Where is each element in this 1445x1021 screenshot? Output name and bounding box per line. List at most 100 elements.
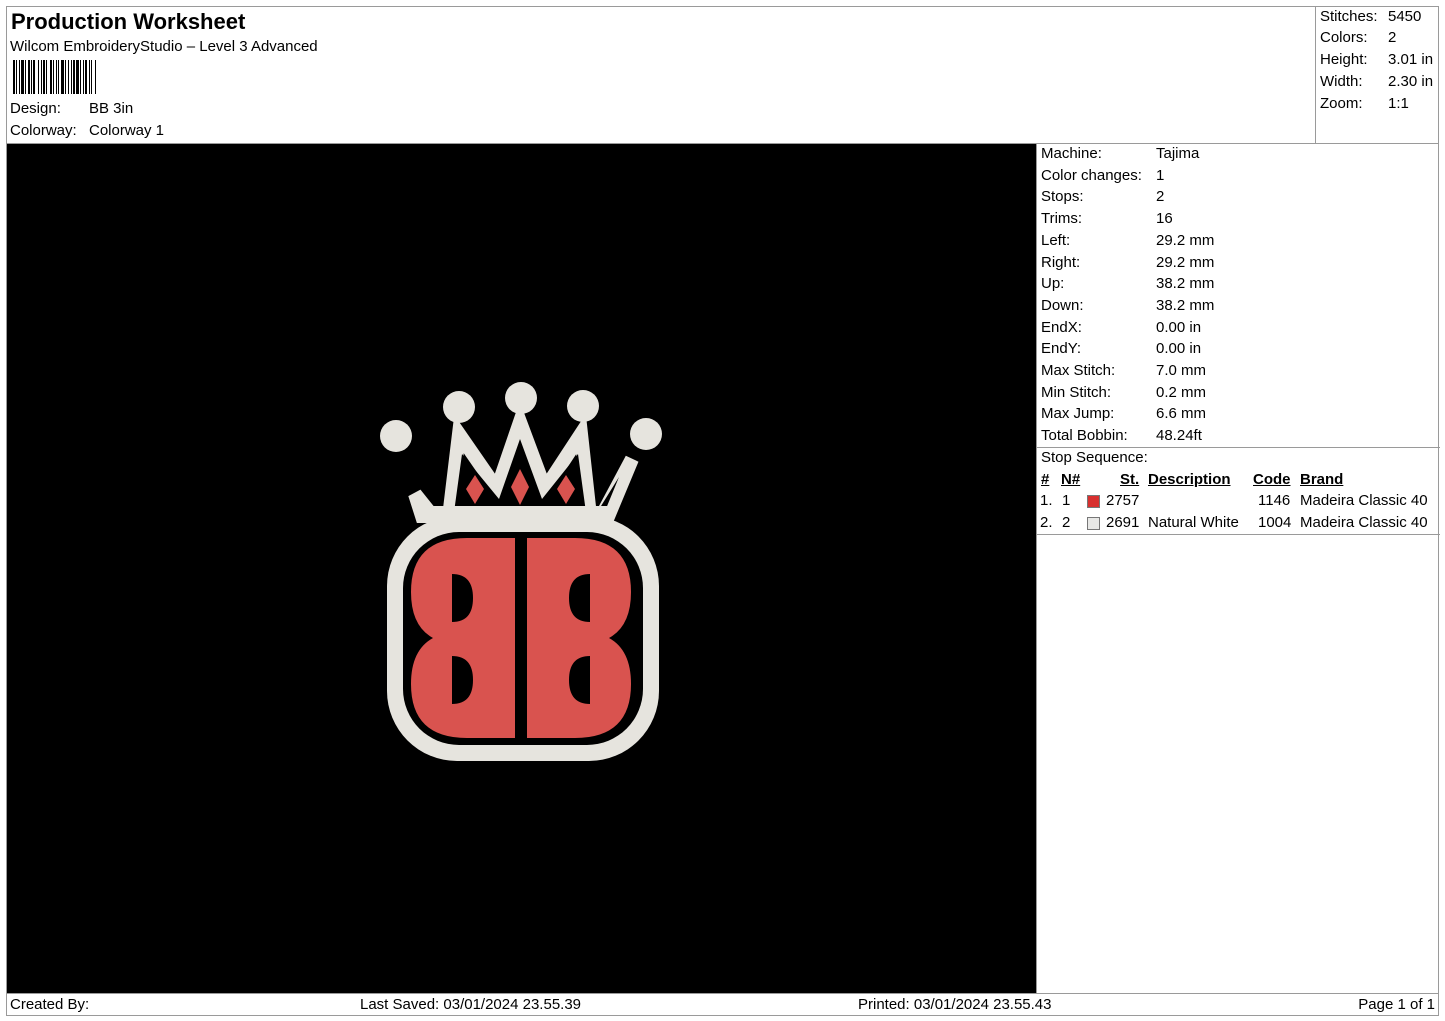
info-label: Right: (1041, 253, 1081, 271)
machine-info-row: EndX: 0.00 in (1041, 319, 1201, 336)
design-value: BB 3in (89, 100, 134, 117)
machine-info-row: Min Stitch: 0.2 mm (1041, 384, 1206, 401)
info-label: Down: (1041, 296, 1084, 314)
colors-value: 2 (1388, 29, 1397, 46)
row-needle: 1 (1062, 492, 1071, 509)
row-stitches: 2757 (1106, 492, 1140, 509)
machine-info-panel: Machine: Tajima Color changes: 1 Stops: 2 Trim… (1036, 143, 1440, 993)
col-index: # (1041, 471, 1050, 488)
last-saved: Last Saved: 03/01/2024 23.55.39 (360, 996, 582, 1013)
barcode-bar (96, 60, 98, 94)
crown-pearl-5 (630, 418, 662, 450)
info-value: 0.2 mm (1156, 383, 1207, 401)
info-value: 1 (1156, 166, 1165, 184)
zoom-label: Zoom: (1320, 95, 1363, 112)
crown-pearl-4 (567, 390, 599, 422)
height-label: Height: (1320, 51, 1368, 68)
color-swatch (1087, 517, 1100, 530)
colors-row: Colors: 2 (1320, 29, 1396, 46)
machine-info-row: Left: 29.2 mm (1041, 232, 1214, 249)
info-value: 48.24ft (1156, 427, 1202, 445)
machine-info-row: EndY: 0.00 in (1041, 340, 1201, 357)
row-description: Natural White (1148, 514, 1239, 531)
row-stitches: 2691 (1106, 514, 1140, 531)
info-label: Up: (1041, 275, 1065, 293)
stop-row-1: 1. 1 2757 1146 Madeira Classic 40 (1037, 492, 1440, 512)
design-stats: Stitches: 5450 Colors: 2 Height: 3.01 in… (1315, 7, 1439, 143)
info-label: EndY: (1041, 340, 1082, 358)
height-row: Height: 3.01 in (1320, 51, 1433, 68)
page-number: Page 1 of 1 (1358, 996, 1435, 1013)
info-value: 29.2 mm (1156, 253, 1215, 271)
stop-sequence-title: Stop Sequence: (1041, 449, 1148, 466)
design-preview (7, 143, 1036, 994)
info-value: Tajima (1156, 145, 1200, 162)
info-label: Max Stitch: (1041, 362, 1116, 379)
colorway-row: Colorway: Colorway 1 (10, 122, 164, 139)
page-title: Production Worksheet (11, 9, 246, 34)
machine-info-row: Up: 38.2 mm (1041, 275, 1214, 292)
stitches-value: 5450 (1388, 8, 1422, 25)
machine-info-row: Right: 29.2 mm (1041, 254, 1214, 271)
info-value: 2 (1156, 188, 1165, 206)
software-name: Wilcom EmbroideryStudio – Level 3 Advanc… (10, 38, 318, 55)
worksheet-footer: Created By: Last Saved: 03/01/2024 23.55… (7, 993, 1439, 1016)
row-brand: Madeira Classic 40 (1300, 514, 1428, 531)
stop-row-2: 2. 2 2691 Natural White 1004 Madeira Cla… (1037, 514, 1440, 534)
machine-info-row: Max Stitch: 7.0 mm (1041, 362, 1206, 379)
production-worksheet: Production Worksheet Wilcom EmbroiderySt… (6, 6, 1440, 1016)
created-by: Created By: (10, 996, 90, 1013)
col-needle: N# (1061, 471, 1081, 488)
barcode-icon (13, 60, 151, 94)
width-row: Width: 2.30 in (1320, 73, 1433, 90)
info-label: Min Stitch: (1041, 383, 1112, 401)
col-brand: Brand (1300, 471, 1344, 488)
col-stitches: St. (1120, 471, 1140, 488)
info-value: 7.0 mm (1156, 362, 1207, 379)
height-value: 3.01 in (1388, 51, 1434, 68)
printed-date: Printed: 03/01/2024 23.55.43 (858, 996, 1052, 1013)
info-label: Trims: (1041, 210, 1083, 228)
machine-info-row: Color changes: 1 (1041, 167, 1164, 184)
row-index: 2. (1040, 514, 1053, 531)
crown-pearl-1 (380, 420, 412, 452)
info-label: Stops: (1041, 188, 1084, 206)
col-code: Code (1253, 471, 1291, 488)
zoom-row: Zoom: 1:1 (1320, 95, 1409, 112)
stitches-label: Stitches: (1320, 8, 1378, 25)
info-label: Machine: (1041, 145, 1102, 162)
bb-crown-logo (7, 144, 1036, 994)
info-value: 16 (1156, 210, 1173, 228)
info-value: 6.6 mm (1156, 405, 1207, 423)
colorway-value: Colorway 1 (89, 122, 165, 139)
worksheet-header: Production Worksheet Wilcom EmbroiderySt… (7, 7, 1315, 143)
machine-info-row: Trims: 16 (1041, 210, 1173, 227)
machine-info-row: Down: 38.2 mm (1041, 297, 1214, 314)
row-code: 1146 (1258, 492, 1291, 509)
info-value: 29.2 mm (1156, 231, 1215, 249)
info-label: EndX: (1041, 318, 1082, 336)
stitches-row: Stitches: 5450 (1320, 8, 1421, 25)
info-value: 0.00 in (1156, 318, 1202, 336)
info-label: Max Jump: (1041, 405, 1115, 423)
info-value: 38.2 mm (1156, 275, 1215, 293)
machine-info-row: Stops: 2 (1041, 188, 1164, 205)
colors-label: Colors: (1320, 29, 1368, 46)
width-label: Width: (1320, 73, 1363, 90)
info-label: Total Bobbin: (1041, 427, 1128, 445)
crown-pearl-2 (443, 391, 475, 423)
colorway-label: Colorway: (10, 122, 77, 139)
info-value: 38.2 mm (1156, 296, 1215, 314)
row-code: 1004 (1258, 514, 1292, 531)
info-value: 0.00 in (1156, 340, 1202, 358)
info-divider (1037, 447, 1440, 448)
machine-info-row: Max Jump: 6.6 mm (1041, 405, 1206, 422)
machine-info-row: Total Bobbin: 48.24ft (1041, 427, 1202, 444)
row-needle: 2 (1062, 514, 1071, 531)
info-label: Color changes: (1041, 166, 1142, 184)
col-description: Description (1148, 471, 1231, 488)
crown-pearl-3 (505, 382, 537, 414)
row-index: 1. (1040, 492, 1053, 509)
design-row: Design: BB 3in (10, 100, 133, 117)
info-label: Left: (1041, 231, 1071, 249)
